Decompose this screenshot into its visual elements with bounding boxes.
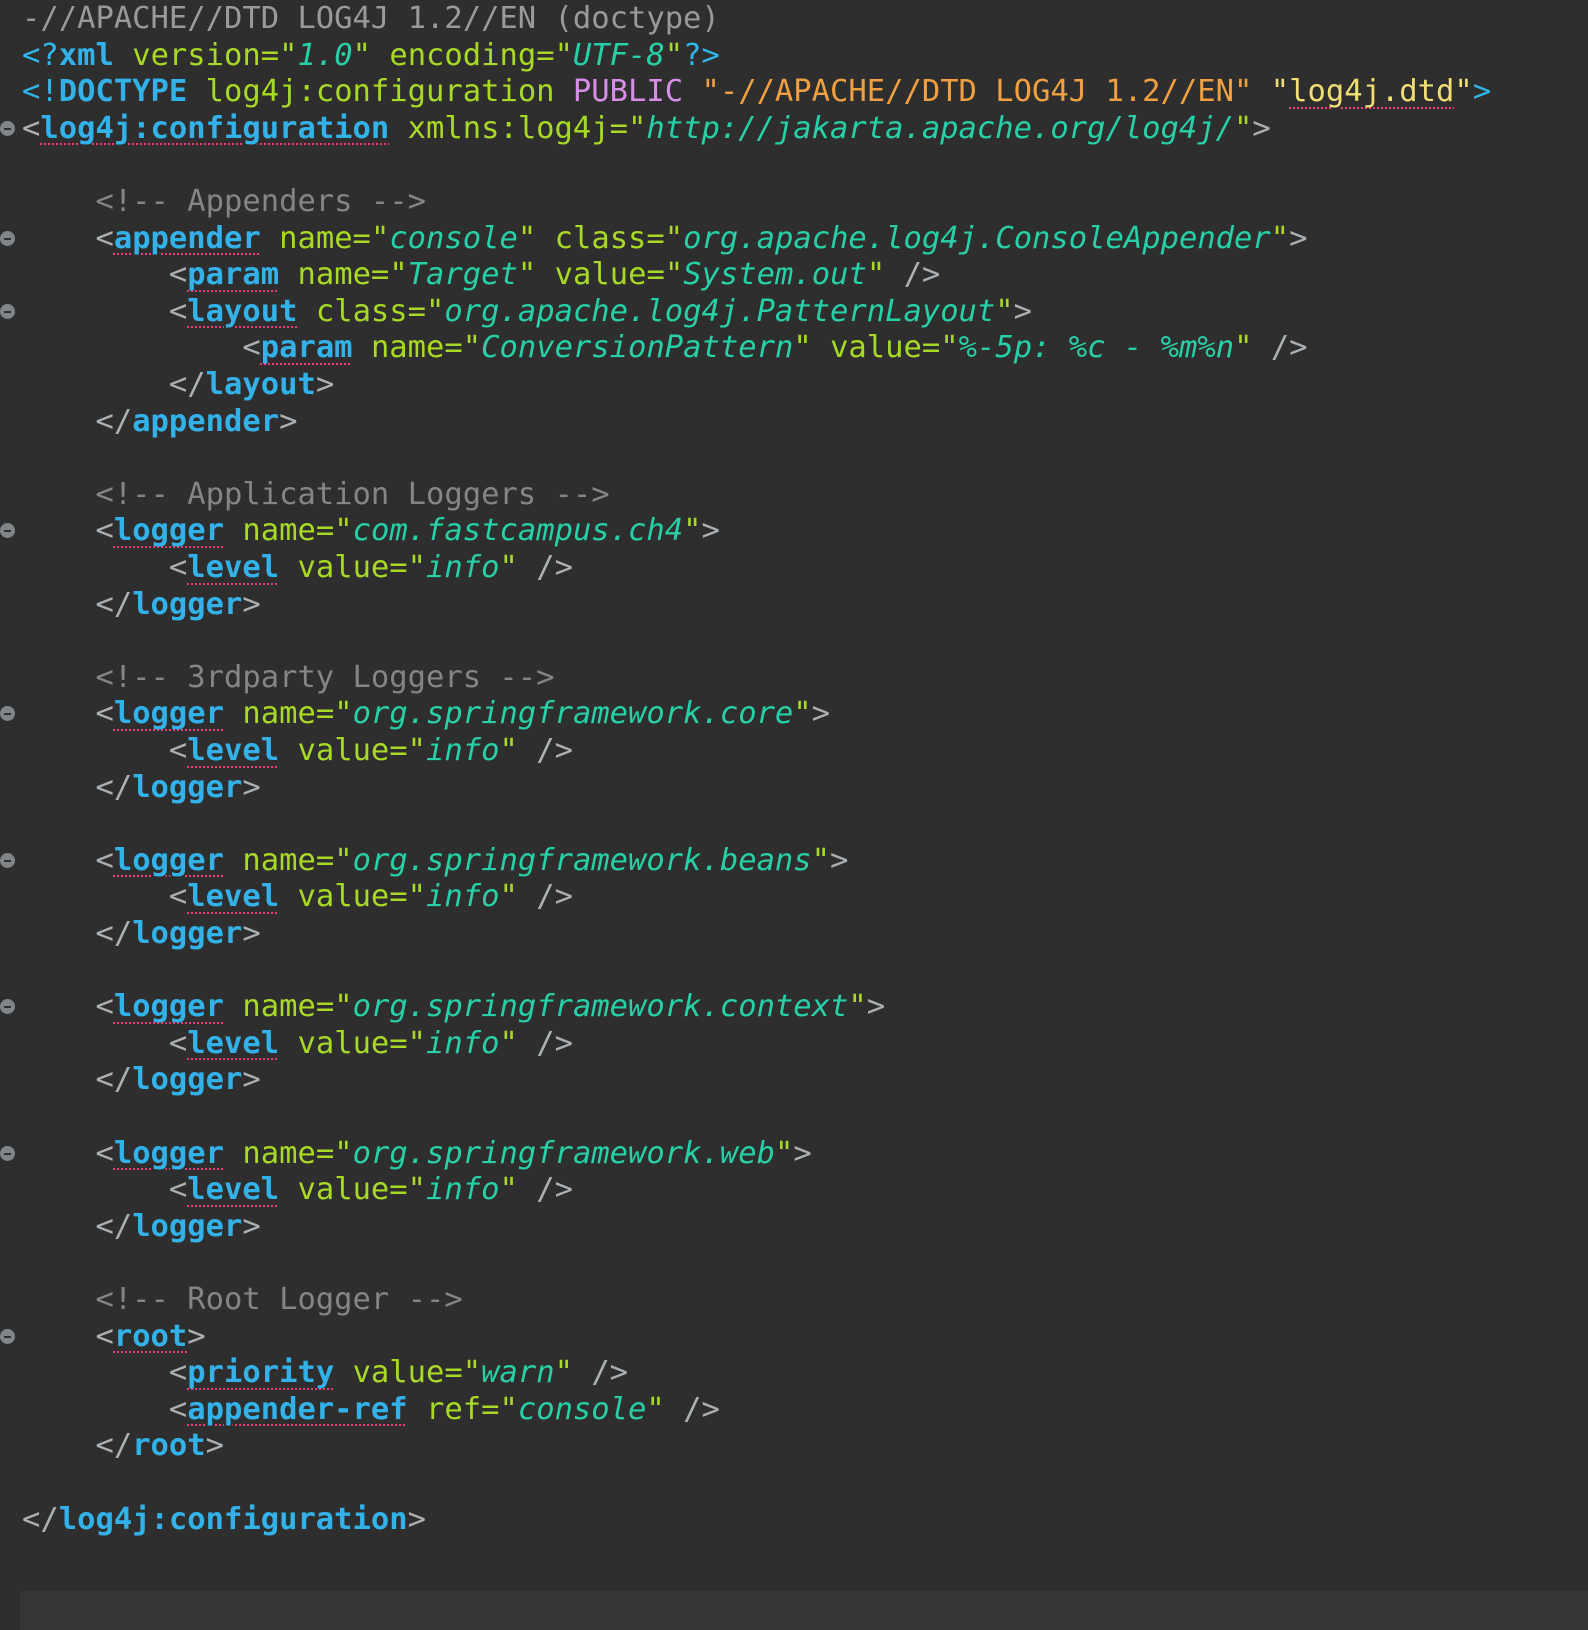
code-editor[interactable]: -//APACHE//DTD LOG4J 1.2//EN (doctype) <?… xyxy=(0,0,1588,1630)
fold-collapse-icon[interactable] xyxy=(0,852,15,868)
code-line[interactable]: <logger name="org.springframework.beans"… xyxy=(22,842,848,880)
code-line[interactable]: <level value="info" /> xyxy=(22,1025,573,1063)
code-line[interactable]: <log4j:configuration xmlns:log4j="http:/… xyxy=(22,110,1271,148)
code-line[interactable]: <appender name="console" class="org.apac… xyxy=(22,220,1307,258)
code-line[interactable]: -//APACHE//DTD LOG4J 1.2//EN (doctype) xyxy=(22,0,720,38)
code-line[interactable]: <logger name="org.springframework.web"> xyxy=(22,1135,811,1173)
code-line[interactable]: <level value="info" /> xyxy=(22,732,573,770)
code-line[interactable]: <!-- Root Logger --> xyxy=(22,1281,462,1319)
code-line[interactable]: <priority value="warn" /> xyxy=(22,1354,628,1392)
code-line[interactable]: <appender-ref ref="console" /> xyxy=(22,1391,720,1429)
code-line[interactable]: <root> xyxy=(22,1318,205,1356)
code-line[interactable]: <!DOCTYPE log4j:configuration PUBLIC "-/… xyxy=(22,73,1491,111)
fold-collapse-icon[interactable] xyxy=(0,706,15,722)
fold-collapse-icon[interactable] xyxy=(0,230,15,246)
fold-collapse-icon[interactable] xyxy=(0,120,15,136)
code-line[interactable]: </log4j:configuration> xyxy=(22,1501,426,1539)
code-line[interactable]: <layout class="org.apache.log4j.PatternL… xyxy=(22,293,1032,331)
code-line[interactable]: </logger> xyxy=(22,586,260,624)
editor-gutter xyxy=(0,0,20,1630)
code-line[interactable]: <param name="Target" value="System.out" … xyxy=(22,256,940,294)
code-line[interactable]: <level value="info" /> xyxy=(22,549,573,587)
code-line[interactable]: </logger> xyxy=(22,1208,260,1246)
code-line[interactable]: </logger> xyxy=(22,769,260,807)
code-line[interactable]: <logger name="com.fastcampus.ch4"> xyxy=(22,512,719,550)
fold-collapse-icon[interactable] xyxy=(0,523,15,539)
fold-collapse-icon[interactable] xyxy=(0,303,15,319)
code-line[interactable]: </root> xyxy=(22,1427,224,1465)
code-line[interactable]: </appender> xyxy=(22,403,297,441)
code-line[interactable]: <level value="info" /> xyxy=(22,1171,573,1209)
fold-collapse-icon[interactable] xyxy=(0,1145,15,1161)
fold-collapse-icon[interactable] xyxy=(0,1328,15,1344)
code-line[interactable]: <level value="info" /> xyxy=(22,878,573,916)
fold-collapse-icon[interactable] xyxy=(0,999,15,1015)
current-line-highlight xyxy=(20,1591,1588,1630)
code-line[interactable]: </logger> xyxy=(22,1061,260,1099)
code-line[interactable]: </logger> xyxy=(22,915,260,953)
code-line[interactable]: <logger name="org.springframework.core"> xyxy=(22,695,830,733)
code-line[interactable]: <!-- Application Loggers --> xyxy=(22,476,609,514)
code-line[interactable]: <!-- 3rdparty Loggers --> xyxy=(22,659,554,697)
code-line[interactable]: </layout> xyxy=(22,366,334,404)
code-line[interactable]: <?xml version="1.0" encoding="UTF-8"?> xyxy=(22,37,720,75)
code-line[interactable]: <param name="ConversionPattern" value="%… xyxy=(22,329,1307,367)
code-line[interactable]: <!-- Appenders --> xyxy=(22,183,426,221)
code-line[interactable]: <logger name="org.springframework.contex… xyxy=(22,988,885,1026)
